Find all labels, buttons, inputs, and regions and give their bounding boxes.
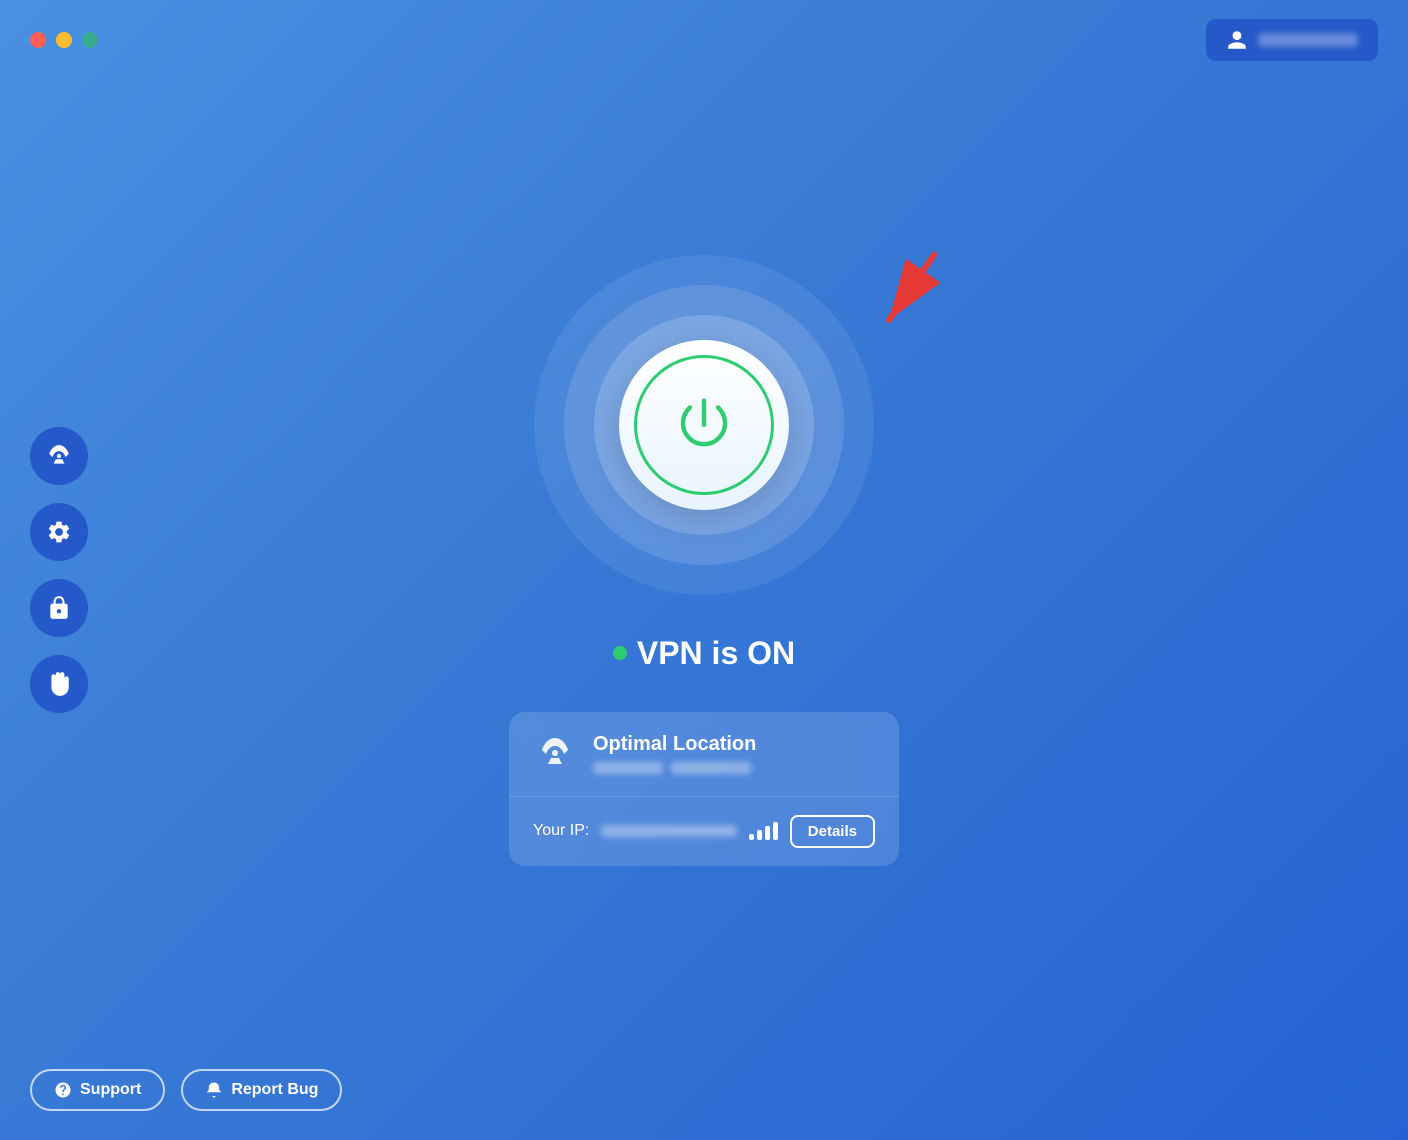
power-icon	[669, 390, 739, 460]
titlebar	[0, 0, 1408, 80]
power-button[interactable]	[619, 340, 789, 510]
ip-value	[601, 825, 736, 837]
main-content: VPN is ON Optimal Location Your IP:	[0, 80, 1408, 1040]
power-button-inner	[634, 355, 774, 495]
report-bug-label: Report Bug	[231, 1081, 318, 1099]
location-sub-2	[671, 762, 751, 774]
bottom-bar: Support Report Bug	[0, 1040, 1408, 1140]
ring-middle	[564, 285, 844, 565]
report-bug-button[interactable]: Report Bug	[181, 1069, 342, 1111]
ip-row: Your IP: Details	[509, 797, 899, 866]
user-icon	[1226, 29, 1248, 51]
support-icon	[54, 1081, 72, 1099]
window-controls	[30, 32, 98, 48]
location-row: Optimal Location	[509, 712, 899, 797]
report-bug-icon	[205, 1081, 223, 1099]
status-dot	[613, 646, 627, 660]
signal-strength-icon	[749, 822, 778, 840]
power-container	[534, 255, 874, 595]
location-title: Optimal Location	[593, 733, 756, 756]
ip-label: Your IP:	[533, 822, 589, 840]
vpn-status-text: VPN is ON	[637, 635, 795, 672]
close-button[interactable]	[30, 32, 46, 48]
ring-inner	[594, 315, 814, 535]
location-sub-1	[593, 762, 663, 774]
maximize-button[interactable]	[82, 32, 98, 48]
user-name	[1258, 33, 1358, 47]
ring-outer	[534, 255, 874, 595]
location-rocket-icon	[533, 732, 577, 776]
vpn-status: VPN is ON	[613, 635, 795, 672]
support-button[interactable]: Support	[30, 1069, 165, 1111]
location-subtitle	[593, 762, 756, 774]
minimize-button[interactable]	[56, 32, 72, 48]
details-button[interactable]: Details	[790, 815, 875, 848]
red-arrow-annotation	[834, 245, 954, 365]
location-info: Optimal Location	[593, 733, 756, 774]
info-card: Optimal Location Your IP: Details	[509, 712, 899, 866]
support-label: Support	[80, 1081, 141, 1099]
user-account-button[interactable]	[1206, 19, 1378, 61]
